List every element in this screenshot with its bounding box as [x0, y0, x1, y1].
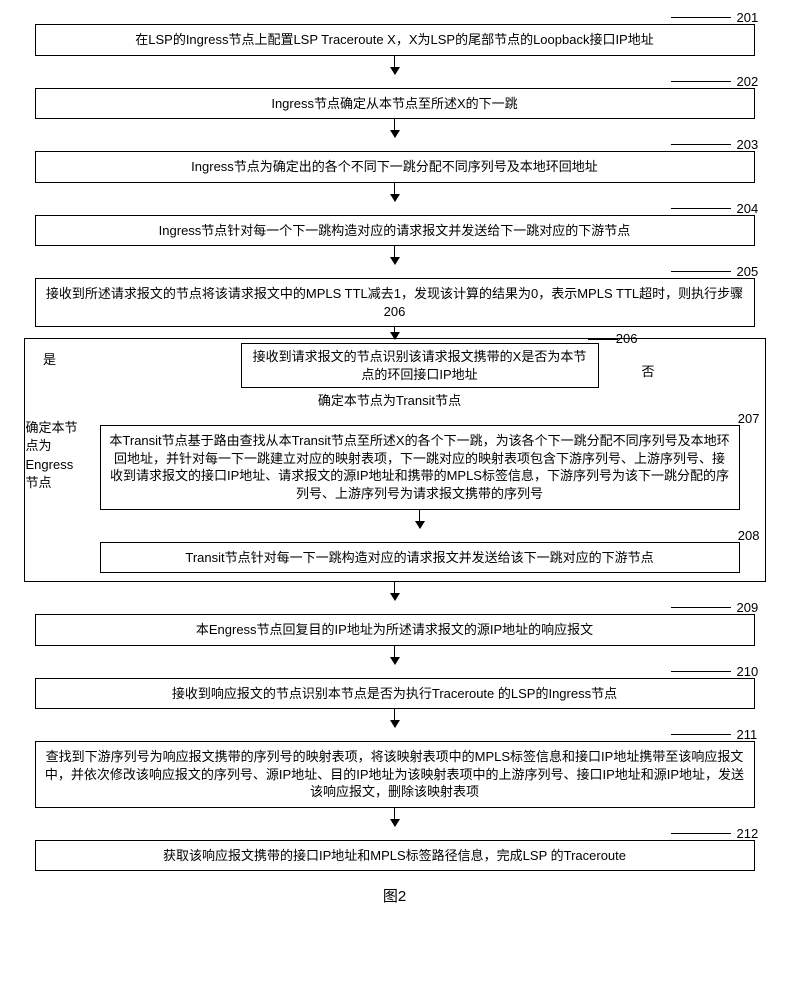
- step-number: 207: [738, 411, 760, 426]
- step-number: 203: [737, 137, 765, 152]
- branch-label-transit: 确定本节点为Transit节点: [318, 390, 461, 409]
- step-number-row: 202: [25, 74, 765, 89]
- step-number-row: 210: [25, 664, 765, 679]
- leader-line: [671, 271, 731, 272]
- step-number-row: 212: [25, 826, 765, 841]
- step-210: 接收到响应报文的节点识别本节点是否为执行Traceroute 的LSP的Ingr…: [35, 678, 755, 710]
- leader-line: [671, 81, 731, 82]
- step-202: Ingress节点确定从本节点至所述X的下一跳: [35, 88, 755, 120]
- step-number: 208: [738, 528, 760, 543]
- step-number: 212: [737, 826, 765, 841]
- step-number: 204: [737, 201, 765, 216]
- step-211: 查找到下游序列号为响应报文携带的序列号的映射表项，将该映射表项中的MPLS标签信…: [35, 741, 755, 808]
- step-number-row: 204: [25, 201, 765, 216]
- step-number-row: 211: [25, 727, 765, 742]
- decision-block: 是 206 接收到请求报文的节点识别该请求报文携带的X是否为本节点的环回接口IP…: [24, 338, 766, 582]
- arrow-icon: [394, 246, 395, 264]
- step-number-row: 205: [25, 264, 765, 279]
- arrow-icon: [419, 510, 420, 528]
- step-number-row: 203: [25, 137, 765, 152]
- step-205: 接收到所述请求报文的节点将该请求报文中的MPLS TTL减去1，发现该计算的结果…: [35, 278, 755, 327]
- step-209: 本Engress节点回复目的IP地址为所述请求报文的源IP地址的响应报文: [35, 614, 755, 646]
- branch-label-engress: 确定本节 点为 Engress 节点: [24, 419, 82, 492]
- arrow-icon: [394, 808, 395, 826]
- leader-line: [671, 734, 731, 735]
- arrow-icon: [394, 119, 395, 137]
- step-number: 209: [737, 600, 765, 615]
- step-number-row: 201: [25, 10, 765, 25]
- leader-line: [671, 17, 731, 18]
- step-number: 205: [737, 264, 765, 279]
- step-number: 206: [616, 330, 638, 348]
- branch-label-no: 否: [641, 361, 654, 380]
- step-203: Ingress节点为确定出的各个不同下一跳分配不同序列号及本地环回地址: [35, 151, 755, 183]
- arrow-icon: [394, 183, 395, 201]
- arrow-icon: [394, 56, 395, 74]
- step-number: 211: [737, 727, 765, 742]
- arrow-icon: [394, 646, 395, 664]
- leader-line: [671, 208, 731, 209]
- leader-line: [671, 671, 731, 672]
- leader-line: [671, 607, 731, 608]
- step-212: 获取该响应报文携带的接口IP地址和MPLS标签路径信息，完成LSP 的Trace…: [35, 840, 755, 872]
- leader-line: [588, 339, 618, 340]
- step-number: 210: [737, 664, 765, 679]
- flowchart: 201 在LSP的Ingress节点上配置LSP Traceroute X，X为…: [10, 10, 779, 906]
- step-number: 202: [737, 74, 765, 89]
- branch-label-yes: 是: [25, 343, 75, 368]
- leader-line: [671, 144, 731, 145]
- arrow-icon: [394, 709, 395, 727]
- step-208: Transit节点针对每一下一跳构造对应的请求报文并发送给该下一跳对应的下游节点: [100, 542, 740, 574]
- step-number-row: 208: [80, 528, 760, 543]
- step-number: 201: [737, 10, 765, 25]
- step-201: 在LSP的Ingress节点上配置LSP Traceroute X，X为LSP的…: [35, 24, 755, 56]
- arrow-icon: [394, 582, 395, 600]
- step-number-row: 207: [80, 411, 760, 426]
- step-number-row: 209: [25, 600, 765, 615]
- step-204: Ingress节点针对每一个下一跳构造对应的请求报文并发送给下一跳对应的下游节点: [35, 215, 755, 247]
- step-207: 本Transit节点基于路由查找从本Transit节点至所述X的各个下一跳，为该…: [100, 425, 740, 509]
- leader-line: [671, 833, 731, 834]
- figure-label: 图2: [383, 885, 406, 906]
- step-206: 206 接收到请求报文的节点识别该请求报文携带的X是否为本节点的环回接口IP地址: [241, 343, 599, 388]
- decision-text: 接收到请求报文的节点识别该请求报文携带的X是否为本节点的环回接口IP地址: [253, 349, 587, 382]
